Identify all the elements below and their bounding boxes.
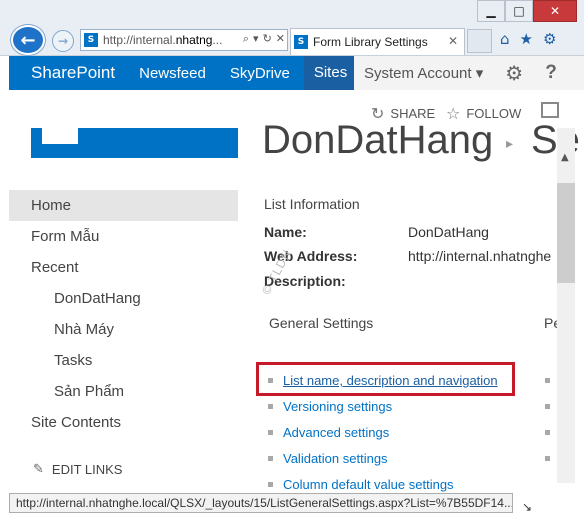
site-logo-mark-icon (42, 128, 78, 144)
minimize-button[interactable]: ▁ (477, 0, 505, 22)
tab-title: Form Library Settings (313, 35, 428, 49)
browser-chrome: ▁ □ ✕ ← → S http://internal. nhatng... ⌕ … (0, 0, 584, 56)
suite-bar: SharePoint Newsfeed SkyDrive Sites Syste… (9, 56, 584, 90)
name-value: DonDatHang (408, 224, 489, 240)
bullet-icon (268, 456, 273, 461)
link-text: Advanced settings (283, 425, 390, 440)
settings-gear-icon[interactable]: ⚙ (505, 61, 523, 85)
close-button[interactable]: ✕ (533, 0, 577, 22)
right-column-bullet-icon (545, 378, 550, 383)
list-information-heading: List Information (264, 196, 360, 212)
nav-item-dondathang[interactable]: DonDatHang (9, 283, 238, 314)
pencil-icon: ✎ (33, 462, 44, 477)
search-icon[interactable]: ⌕ (243, 32, 249, 46)
address-host: nhatng (175, 33, 213, 47)
address-prefix: http://internal. (103, 33, 176, 47)
edit-links-button[interactable]: ✎ EDIT LINKS (33, 462, 122, 477)
refresh-icon[interactable]: ↻ (263, 32, 272, 46)
column-default-value-settings-link[interactable]: Column default value settings (268, 477, 454, 492)
scroll-up-arrow-icon[interactable]: ▲ (561, 152, 569, 163)
highlight-annotation-box (256, 362, 515, 396)
window-bottom-edge (0, 514, 584, 526)
bullet-icon (268, 404, 273, 409)
bullet-icon (268, 482, 273, 487)
tools-gear-icon[interactable]: ⚙ (543, 30, 556, 48)
nav-item-site-contents[interactable]: Site Contents (9, 407, 238, 438)
edit-links-label: EDIT LINKS (51, 462, 123, 477)
dropdown-icon[interactable]: ▾ (253, 32, 259, 46)
link-text: Column default value settings (283, 477, 454, 492)
status-bar-arrow-icon: ↘ (522, 500, 533, 514)
nav-item-nha-may[interactable]: Nhà Máy (9, 314, 238, 345)
nav-item-form-mau[interactable]: Form Mẫu (9, 221, 238, 252)
validation-settings-link[interactable]: Validation settings (268, 451, 388, 466)
advanced-settings-link[interactable]: Advanced settings (268, 425, 389, 440)
suite-link-newsfeed[interactable]: Newsfeed (139, 65, 206, 82)
stop-icon[interactable]: ✕ (276, 32, 285, 46)
help-icon[interactable]: ? (545, 62, 557, 84)
versioning-settings-link[interactable]: Versioning settings (268, 399, 392, 414)
new-tab-button[interactable] (467, 29, 492, 53)
web-address-value: http://internal.nhatnghe (408, 248, 552, 264)
suite-link-sites[interactable]: Sites (303, 56, 358, 90)
scrollbar-thumb[interactable] (557, 183, 575, 283)
back-button[interactable]: ← (11, 25, 45, 55)
focus-on-content-icon[interactable] (541, 102, 559, 118)
nav-item-tasks[interactable]: Tasks (9, 345, 238, 376)
quick-launch-nav: Home Form Mẫu Recent DonDatHang Nhà Máy … (9, 190, 238, 438)
right-column-bullet-icon (545, 430, 550, 435)
page-title[interactable]: DonDatHang (262, 118, 493, 163)
sharepoint-favicon-icon: S (84, 33, 98, 47)
maximize-button[interactable]: □ (505, 0, 533, 22)
browser-tab[interactable]: S Form Library Settings ✕ (290, 28, 465, 55)
forward-arrow-icon: → (57, 34, 69, 48)
name-label: Name: (264, 224, 307, 240)
suite-link-skydrive[interactable]: SkyDrive (230, 65, 290, 82)
vertical-scrollbar[interactable]: ▲ (557, 128, 575, 483)
home-icon[interactable]: ⌂ (500, 30, 510, 48)
right-column-bullet-icon (545, 456, 550, 461)
breadcrumb-separator-icon: ▸ (506, 136, 514, 152)
right-column-bullet-icon (545, 404, 550, 409)
link-text: Versioning settings (283, 399, 393, 414)
forward-button[interactable]: → (52, 30, 74, 52)
nav-item-recent[interactable]: Recent (9, 252, 238, 283)
tab-close-icon[interactable]: ✕ (448, 34, 458, 48)
general-settings-heading: General Settings (269, 315, 374, 331)
sharepoint-brand[interactable]: SharePoint (31, 63, 115, 83)
bullet-icon (268, 430, 273, 435)
favorites-star-icon[interactable]: ★ (520, 30, 533, 48)
nav-item-home[interactable]: Home (9, 190, 238, 221)
link-text: Validation settings (283, 451, 388, 466)
nav-item-san-pham[interactable]: Sản Phẩm (9, 376, 238, 407)
status-bar-url: http://internal.nhatnghe.local/QLSX/_lay… (9, 493, 513, 513)
tab-favicon-icon: S (294, 35, 308, 49)
back-arrow-icon: ← (20, 29, 36, 51)
address-suffix: ... (212, 33, 223, 47)
account-menu[interactable]: System Account ▾ (364, 64, 483, 82)
address-bar[interactable]: S http://internal. nhatng... ⌕ ▾ ↻ ✕ (80, 29, 288, 51)
